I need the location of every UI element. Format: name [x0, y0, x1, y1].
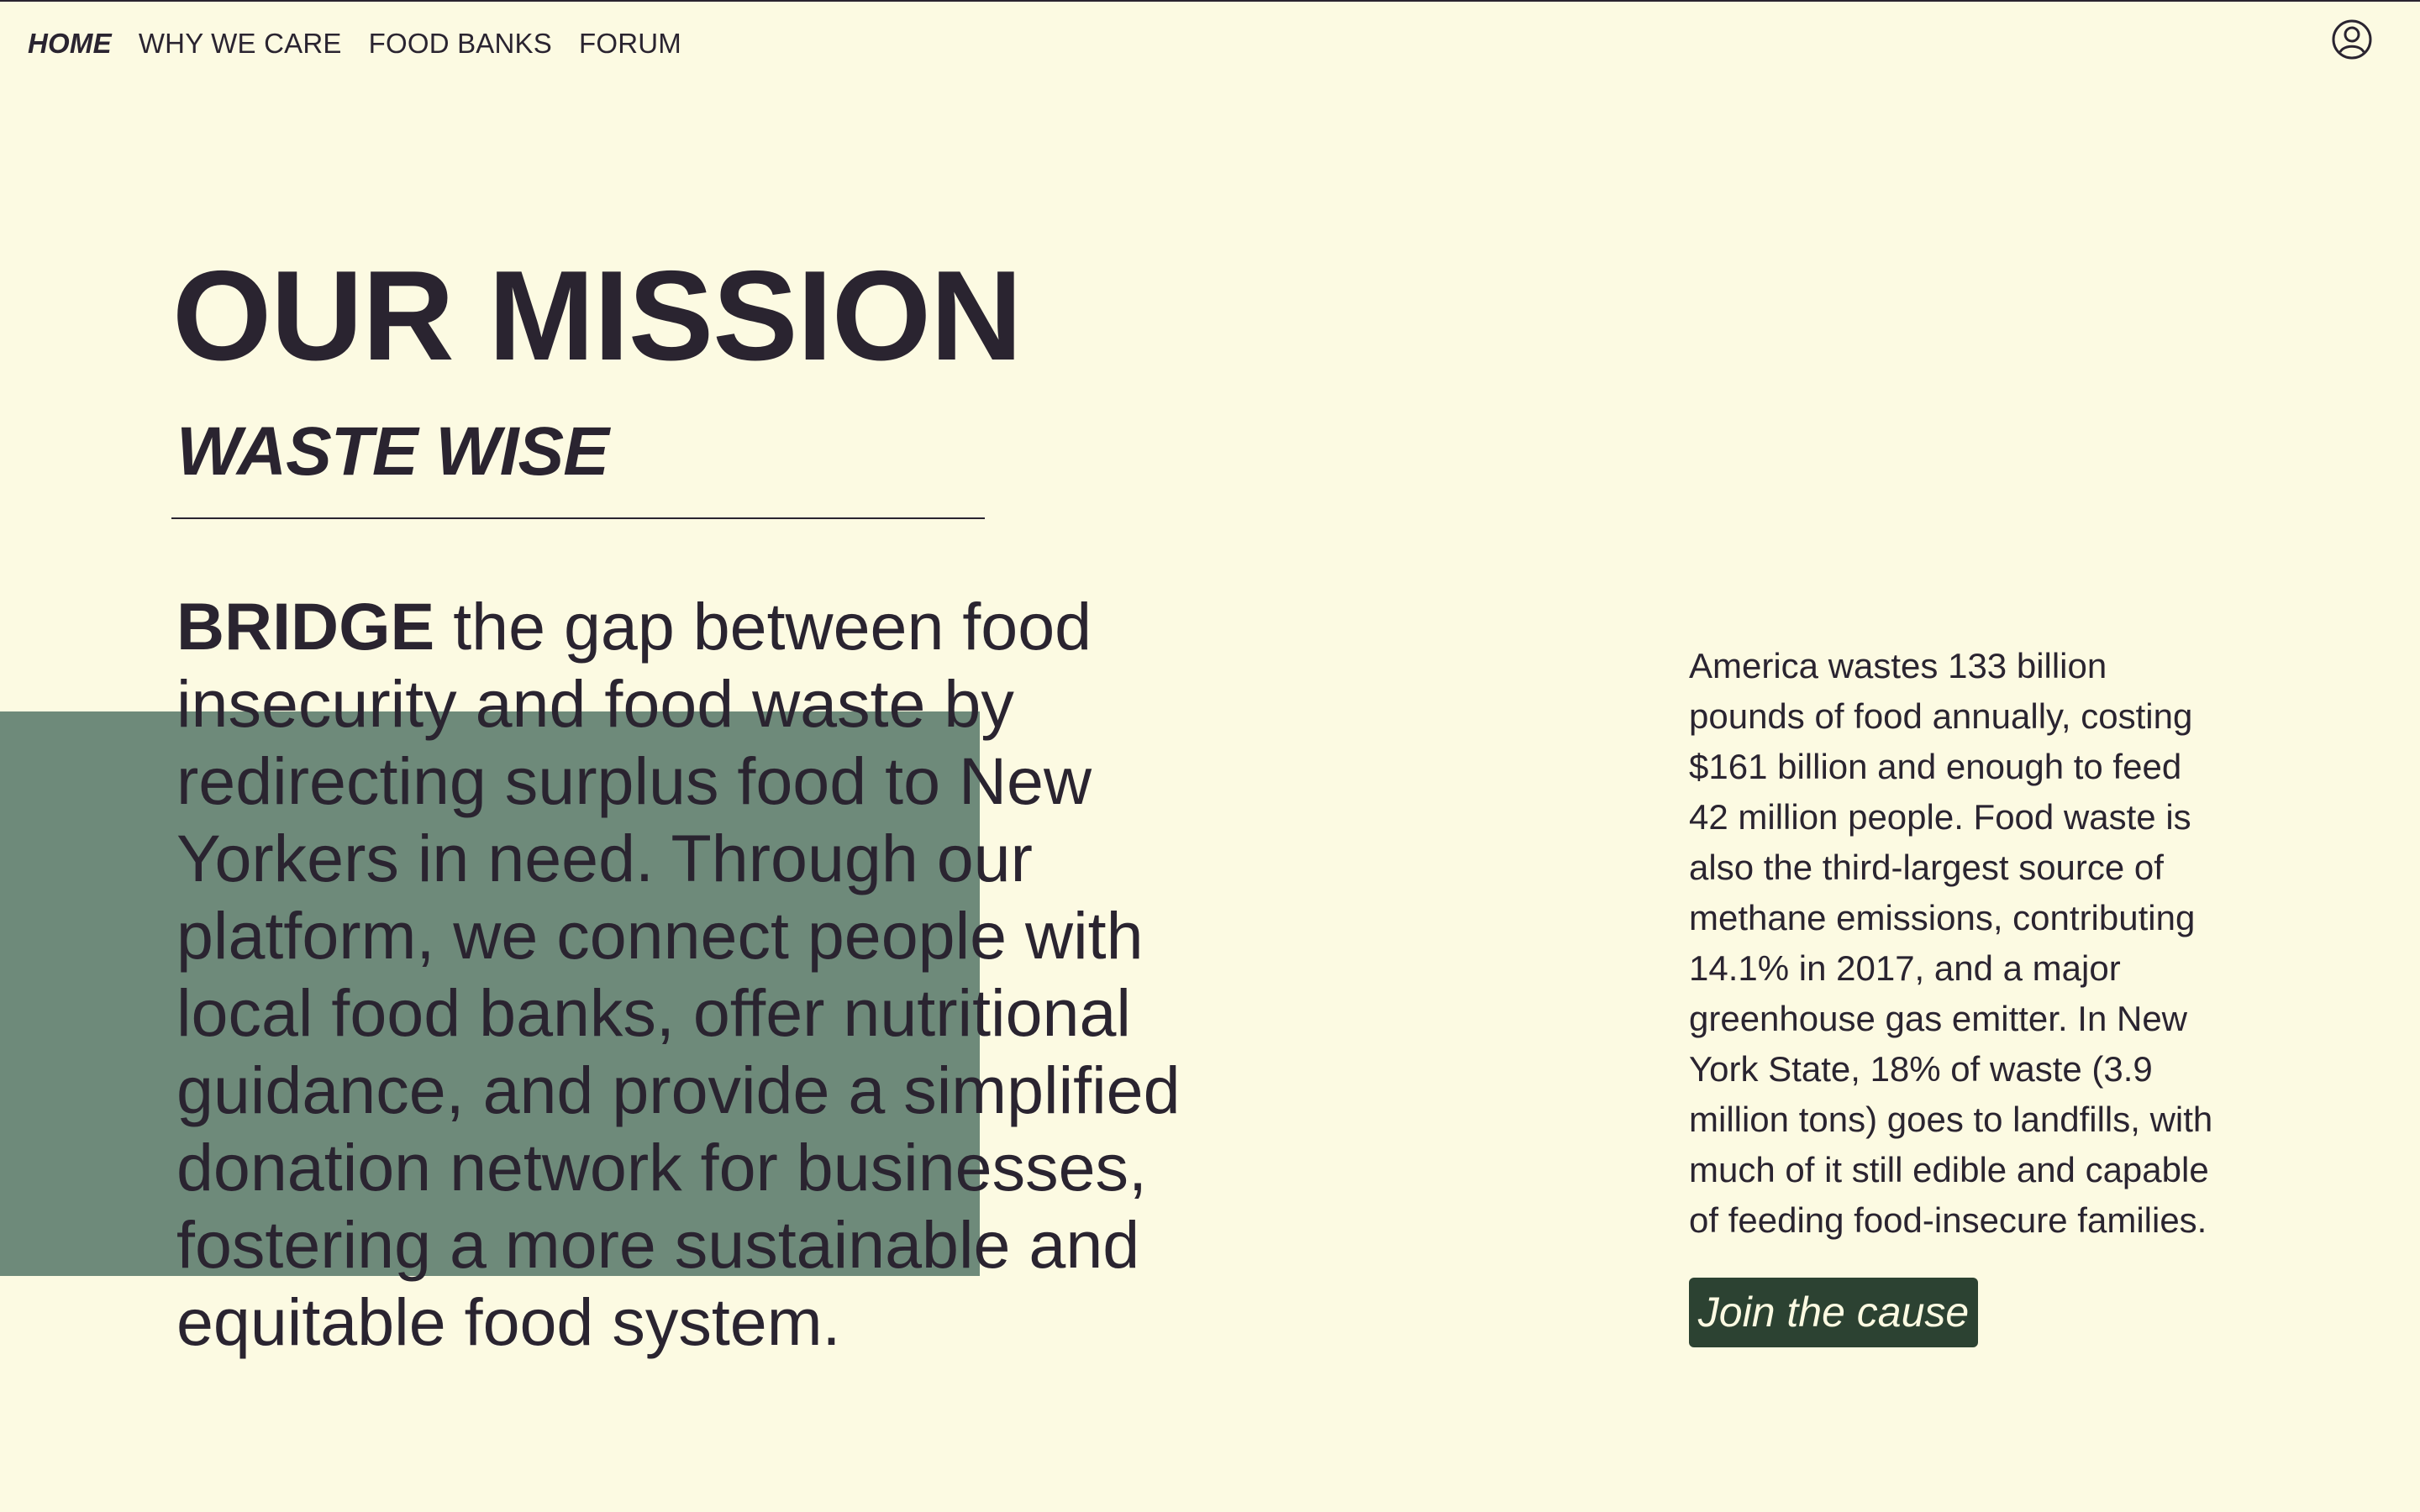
facts-line: much of it still edible and capable	[1689, 1150, 2209, 1189]
facts-line: of feeding food-insecure families.	[1689, 1200, 2207, 1240]
mission-line: guidance, and provide a simplified	[176, 1053, 1181, 1127]
user-circle-icon[interactable]	[2331, 18, 2373, 60]
nav-forum-link[interactable]: FORUM	[579, 25, 681, 62]
nav-home-link[interactable]: HOME	[28, 25, 112, 62]
mission-statement: BRIDGE the gap between food insecurity a…	[176, 588, 1269, 1361]
facts-line: methane emissions, contributing	[1689, 898, 2196, 937]
nav-why-we-care-link[interactable]: WHY WE CARE	[139, 25, 342, 62]
facts-line: also the third-largest source of	[1689, 848, 2164, 887]
main-nav: HOME WHY WE CARE FOOD BANKS FORUM	[28, 25, 681, 62]
facts-line: America wastes 133 billion	[1689, 646, 2107, 685]
facts-line: greenhouse gas emitter. In New	[1689, 999, 2188, 1038]
mission-line: insecurity and food waste by	[176, 666, 1014, 741]
mission-line: equitable food system.	[176, 1284, 841, 1359]
mission-line: Yorkers in need. Through our	[176, 821, 1033, 895]
join-the-cause-button[interactable]: Join the cause	[1689, 1278, 1978, 1347]
title-divider	[171, 517, 985, 519]
page-subtitle: WASTE WISE	[176, 413, 609, 490]
mission-line: donation network for businesses,	[176, 1130, 1147, 1205]
facts-line: 14.1% in 2017, and a major	[1689, 948, 2121, 988]
nav-food-banks-link[interactable]: FOOD BANKS	[369, 25, 552, 62]
mission-lead-word: BRIDGE	[176, 589, 435, 664]
facts-line: pounds of food annually, costing	[1689, 696, 2193, 736]
facts-line: million tons) goes to landfills, with	[1689, 1100, 2213, 1139]
mission-line: fostering a more sustainable and	[176, 1207, 1140, 1282]
facts-paragraph: America wastes 133 billion pounds of foo…	[1689, 641, 2277, 1246]
page-title: OUR MISSION	[172, 244, 1023, 387]
facts-line: $161 billion and enough to feed	[1689, 747, 2182, 786]
mission-line: local food banks, offer nutritional	[176, 975, 1131, 1050]
top-border	[0, 0, 2420, 2]
mission-line: BRIDGE the gap between food	[176, 589, 1092, 664]
mission-line: redirecting surplus food to New	[176, 743, 1092, 818]
facts-line: 42 million people. Food waste is	[1689, 797, 2191, 837]
facts-line: York State, 18% of waste (3.9	[1689, 1049, 2153, 1089]
mission-line: platform, we connect people with	[176, 898, 1144, 973]
